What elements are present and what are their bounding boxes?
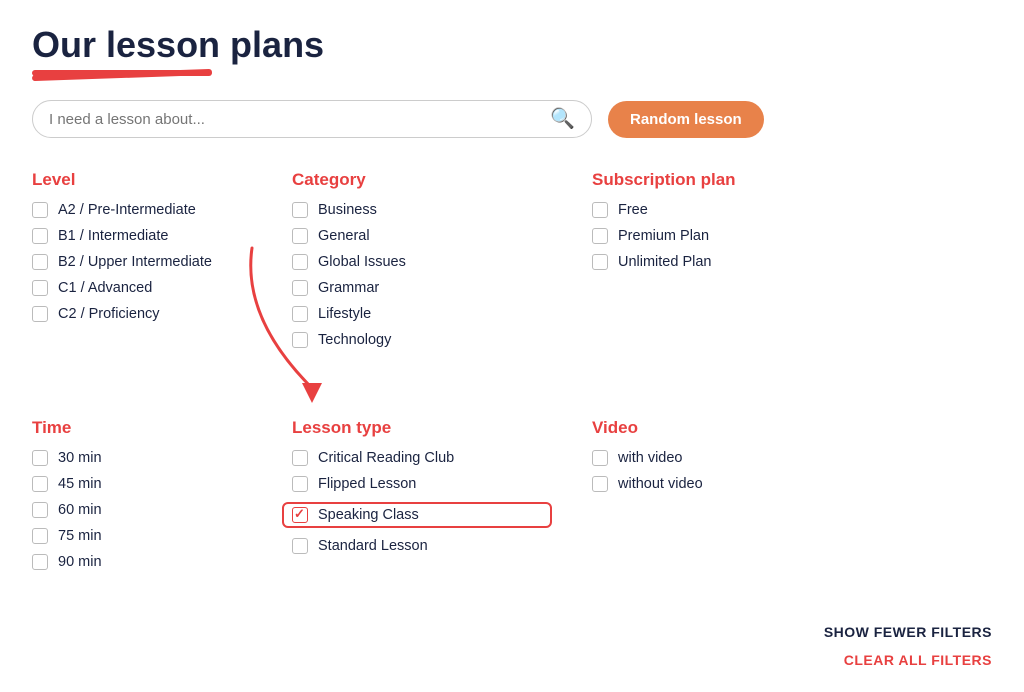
search-box: 🔍 <box>32 100 592 138</box>
category-filter-section: Category Business General Global Issues … <box>292 170 552 358</box>
subscription-filter-title: Subscription plan <box>592 170 832 190</box>
search-button[interactable]: 🔍 <box>550 109 575 129</box>
sub-free-checkbox[interactable] <box>592 202 608 218</box>
list-item[interactable]: Global Issues <box>292 254 552 270</box>
list-item[interactable]: 75 min <box>32 528 252 544</box>
sub-premium-checkbox[interactable] <box>592 228 608 244</box>
list-item[interactable]: C2 / Proficiency <box>32 306 252 322</box>
video-filter-section: Video with video without video <box>592 418 832 580</box>
list-item[interactable]: General <box>292 228 552 244</box>
title-underline <box>32 70 212 76</box>
time-45-checkbox[interactable] <box>32 476 48 492</box>
search-row: 🔍 Random lesson <box>32 100 992 138</box>
lesson-type-filter-title: Lesson type <box>292 418 552 438</box>
list-item[interactable]: 45 min <box>32 476 252 492</box>
list-item[interactable]: A2 / Pre-Intermediate <box>32 202 252 218</box>
time-75-checkbox[interactable] <box>32 528 48 544</box>
video-filter-title: Video <box>592 418 832 438</box>
cat-tech-checkbox[interactable] <box>292 332 308 348</box>
page-title: Our lesson plans <box>32 24 992 66</box>
list-item[interactable]: Standard Lesson <box>292 538 552 554</box>
sub-unlimited-checkbox[interactable] <box>592 254 608 270</box>
lesson-type-filter-section: Lesson type Critical Reading Club Flippe… <box>292 418 552 580</box>
cat-business-checkbox[interactable] <box>292 202 308 218</box>
lt-speaking-checkbox[interactable] <box>292 507 308 523</box>
time-30-checkbox[interactable] <box>32 450 48 466</box>
video-without-checkbox[interactable] <box>592 476 608 492</box>
list-item[interactable]: Free <box>592 202 832 218</box>
list-item[interactable]: 30 min <box>32 450 252 466</box>
subscription-filter-section: Subscription plan Free Premium Plan Unli… <box>592 170 832 358</box>
list-item[interactable]: with video <box>592 450 832 466</box>
show-fewer-filters-button[interactable]: SHOW FEWER FILTERS <box>824 624 992 640</box>
list-item[interactable]: Premium Plan <box>592 228 832 244</box>
list-item[interactable]: Unlimited Plan <box>592 254 832 270</box>
time-filter-section: Time 30 min 45 min 60 min 75 min 90 min <box>32 418 252 580</box>
list-item[interactable]: Technology <box>292 332 552 348</box>
lt-standard-checkbox[interactable] <box>292 538 308 554</box>
time-60-checkbox[interactable] <box>32 502 48 518</box>
clear-all-filters-button[interactable]: CLEAR ALL FILTERS <box>844 652 992 668</box>
cat-grammar-checkbox[interactable] <box>292 280 308 296</box>
cat-lifestyle-checkbox[interactable] <box>292 306 308 322</box>
lt-flipped-checkbox[interactable] <box>292 476 308 492</box>
list-item[interactable]: without video <box>592 476 832 492</box>
top-filters-grid: Level A2 / Pre-Intermediate B1 / Interme… <box>32 170 992 386</box>
search-input[interactable] <box>49 111 550 128</box>
speaking-class-item[interactable]: Speaking Class <box>282 502 552 528</box>
cat-general-checkbox[interactable] <box>292 228 308 244</box>
random-lesson-button[interactable]: Random lesson <box>608 101 764 138</box>
category-filter-title: Category <box>292 170 552 190</box>
level-c2-checkbox[interactable] <box>32 306 48 322</box>
list-item[interactable]: B2 / Upper Intermediate <box>32 254 252 270</box>
lt-critical-checkbox[interactable] <box>292 450 308 466</box>
list-item[interactable]: Critical Reading Club <box>292 450 552 466</box>
level-c1-checkbox[interactable] <box>32 280 48 296</box>
level-filter-section: Level A2 / Pre-Intermediate B1 / Interme… <box>32 170 252 358</box>
list-item[interactable]: Flipped Lesson <box>292 476 552 492</box>
video-with-checkbox[interactable] <box>592 450 608 466</box>
level-b1-checkbox[interactable] <box>32 228 48 244</box>
list-item[interactable]: 60 min <box>32 502 252 518</box>
list-item[interactable]: C1 / Advanced <box>32 280 252 296</box>
list-item[interactable]: Business <box>292 202 552 218</box>
level-b2-checkbox[interactable] <box>32 254 48 270</box>
time-90-checkbox[interactable] <box>32 554 48 570</box>
list-item[interactable]: Grammar <box>292 280 552 296</box>
bottom-actions: SHOW FEWER FILTERS CLEAR ALL FILTERS <box>32 624 992 668</box>
level-a2-checkbox[interactable] <box>32 202 48 218</box>
list-item[interactable]: 90 min <box>32 554 252 570</box>
bottom-filters-grid: Time 30 min 45 min 60 min 75 min 90 min … <box>32 418 992 608</box>
list-item[interactable]: Lifestyle <box>292 306 552 322</box>
level-filter-title: Level <box>32 170 252 190</box>
time-filter-title: Time <box>32 418 252 438</box>
list-item[interactable]: B1 / Intermediate <box>32 228 252 244</box>
cat-global-checkbox[interactable] <box>292 254 308 270</box>
